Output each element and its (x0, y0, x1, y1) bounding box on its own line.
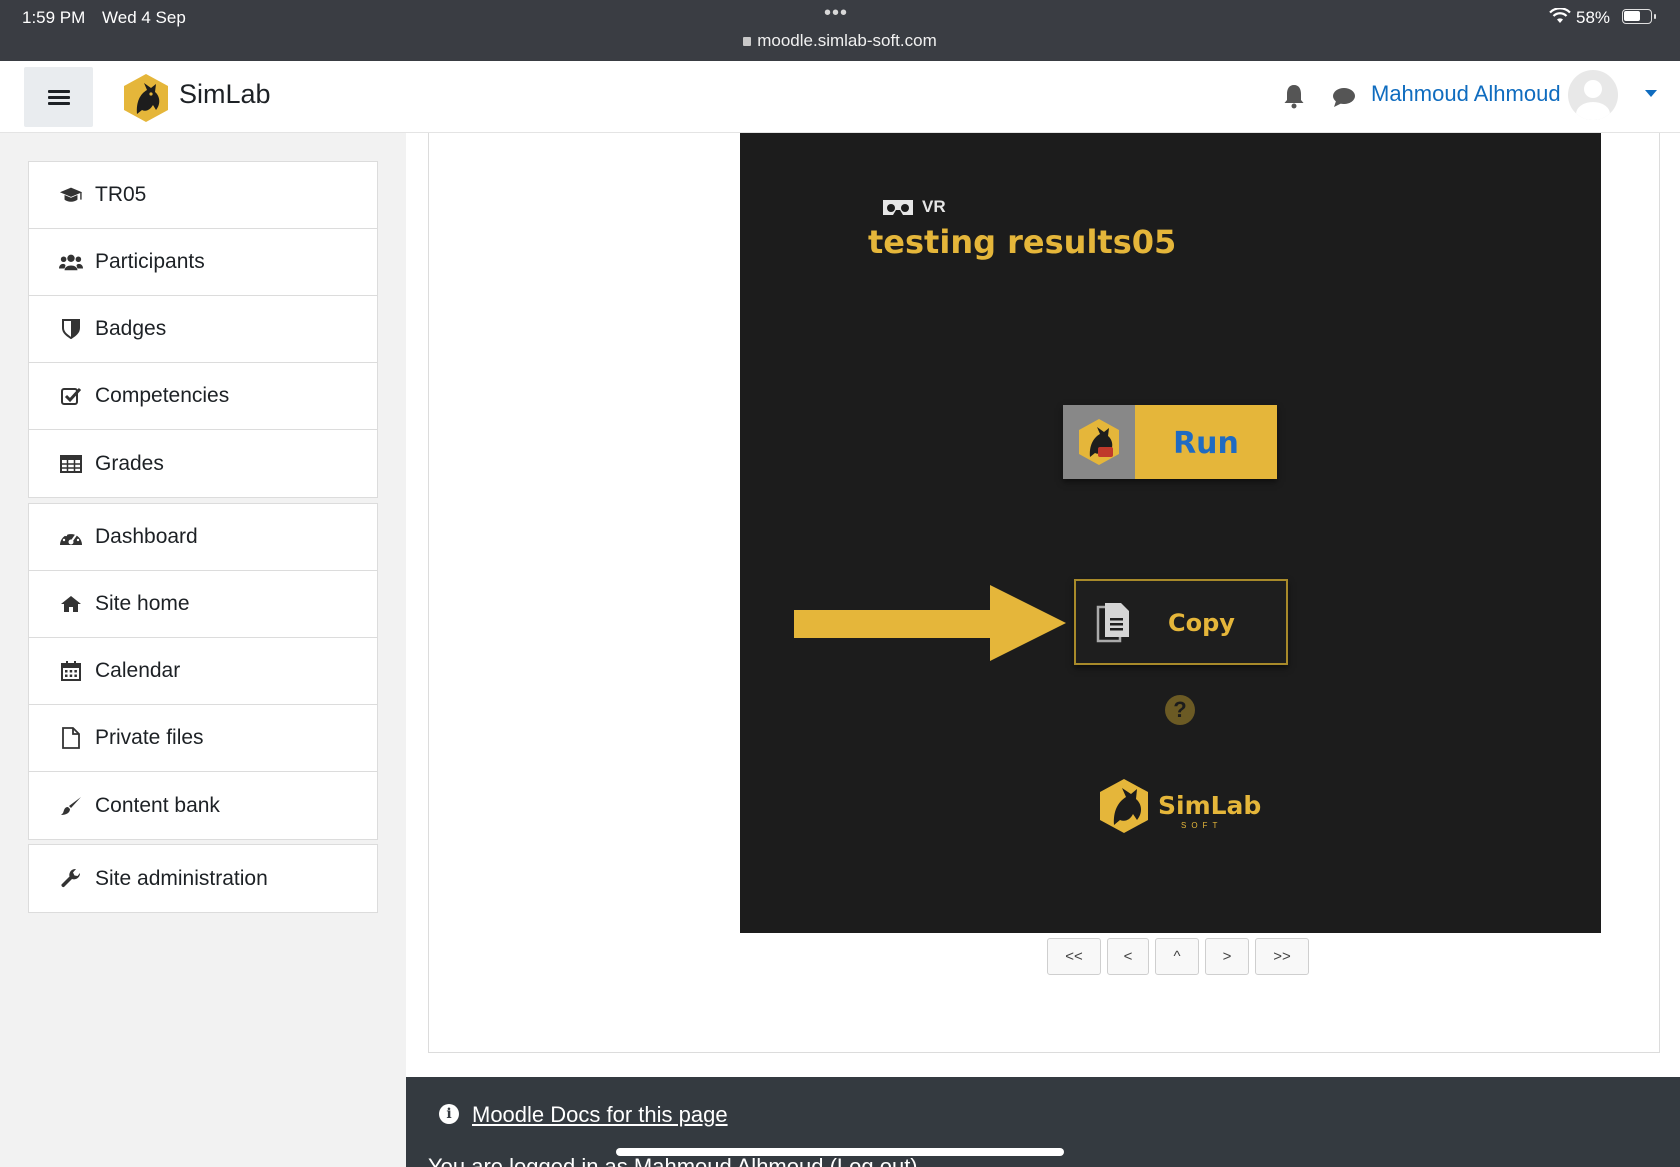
dashboard-icon (59, 526, 83, 548)
vr-headset-icon (883, 200, 913, 215)
nav-drawer: TR05 Participants Badges Competencies Gr… (0, 133, 406, 1167)
shield-icon (59, 318, 83, 340)
check-square-icon (59, 385, 83, 407)
pager-first-button[interactable]: << (1047, 938, 1101, 975)
user-menu-name[interactable]: Mahmoud Alhmoud (1371, 81, 1561, 107)
pager-last-button[interactable]: >> (1255, 938, 1309, 975)
nav-item-competencies[interactable]: Competencies (29, 363, 377, 430)
address-url: moodle.simlab-soft.com (757, 31, 937, 50)
status-time: 1:59 PM (22, 8, 86, 27)
hamburger-icon (48, 90, 70, 93)
status-date: Wed 4 Sep (102, 8, 186, 27)
nav-item-tr05[interactable]: TR05 (29, 162, 377, 229)
notification-bell-icon[interactable] (1283, 83, 1305, 109)
nav-item-calendar[interactable]: Calendar (29, 638, 377, 705)
wifi-icon (1549, 8, 1571, 23)
messages-icon[interactable] (1332, 87, 1356, 109)
calendar-icon (59, 660, 83, 682)
help-icon[interactable]: ? (1165, 695, 1195, 725)
file-icon (59, 727, 83, 749)
multitasking-dots[interactable]: ••• (824, 2, 848, 25)
nav-item-site-administration[interactable]: Site administration (29, 845, 377, 912)
home-icon (59, 593, 83, 615)
wrench-icon (59, 868, 83, 890)
nav-item-badges[interactable]: Badges (29, 296, 377, 363)
admin-nav-group: Site administration (28, 844, 378, 913)
top-navbar: SimLab Mahmoud Alhmoud (0, 61, 1680, 133)
battery-icon (1622, 9, 1656, 24)
home-indicator[interactable] (616, 1148, 1064, 1156)
vr-label: VR (922, 197, 946, 216)
copy-button-label: Copy (1168, 609, 1235, 637)
nav-item-grades[interactable]: Grades (29, 430, 377, 497)
info-icon: i (439, 1104, 459, 1124)
user-avatar[interactable] (1568, 70, 1618, 120)
run-button-label: Run (1173, 426, 1239, 461)
experience-title: testing results05 (868, 223, 1177, 261)
simlab-vr-run-icon (1063, 405, 1135, 479)
lock-icon (743, 37, 752, 46)
course-nav-group: TR05 Participants Badges Competencies Gr… (28, 161, 378, 498)
nav-item-content-bank[interactable]: Content bank (29, 772, 377, 839)
avatar-placeholder-icon (1576, 80, 1610, 120)
pager-up-button[interactable]: ^ (1155, 938, 1199, 975)
pager-next-button[interactable]: > (1205, 938, 1249, 975)
simlab-soft-logo-name: SimLab (1158, 791, 1262, 820)
menu-toggle-button[interactable] (24, 67, 93, 127)
graduation-cap-icon (59, 184, 83, 206)
copy-document-icon (1096, 603, 1129, 643)
simlab-soft-logo-sub: SOFT (1181, 821, 1223, 830)
paint-brush-icon (59, 795, 83, 817)
copy-button[interactable]: Copy (1074, 579, 1288, 665)
site-nav-group: Dashboard Site home Calendar Private fil… (28, 503, 378, 840)
run-button[interactable]: Run (1063, 405, 1277, 479)
user-menu-caret-icon[interactable] (1645, 90, 1657, 97)
nav-item-dashboard[interactable]: Dashboard (29, 504, 377, 571)
simlab-logo-icon[interactable] (120, 72, 172, 124)
site-brand-name[interactable]: SimLab (179, 79, 271, 110)
nav-item-participants[interactable]: Participants (29, 229, 377, 296)
pager-prev-button[interactable]: < (1107, 938, 1149, 975)
ios-status-bar: 1:59 PM Wed 4 Sep ••• moodle.simlab-soft… (0, 0, 1680, 61)
simlab-soft-logo-icon (1100, 779, 1148, 833)
slide-pager: << < ^ > >> (1047, 938, 1309, 975)
table-icon (59, 453, 83, 475)
nav-item-site-home[interactable]: Site home (29, 571, 377, 638)
arrow-right-icon (794, 585, 1066, 661)
address-bar[interactable]: moodle.simlab-soft.com (0, 31, 1680, 51)
nav-item-private-files[interactable]: Private files (29, 705, 377, 772)
battery-percentage: 58% (1576, 8, 1611, 27)
users-icon (59, 251, 83, 273)
vr-experience-viewer[interactable]: VR testing results05 Run Copy ? SimLab S… (740, 133, 1601, 933)
moodle-docs-link[interactable]: Moodle Docs for this page (472, 1102, 728, 1128)
